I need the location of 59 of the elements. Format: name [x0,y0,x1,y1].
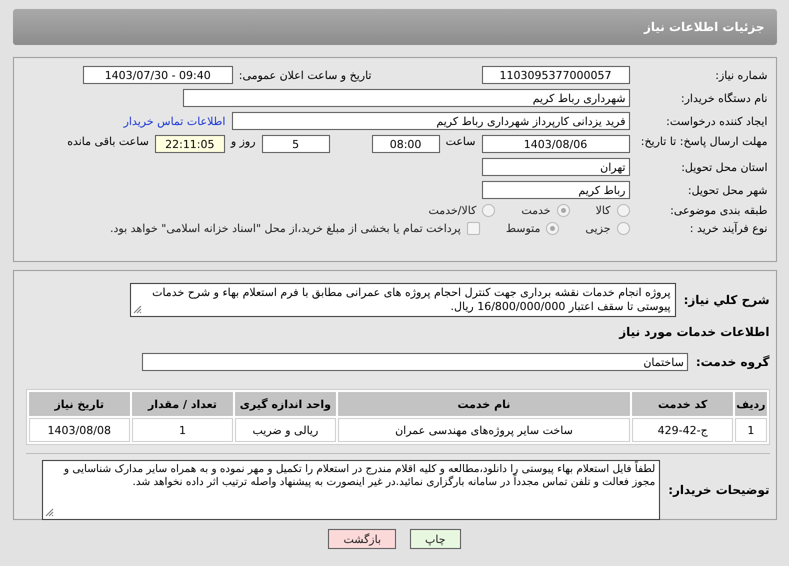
radio-label: خدمت [521,204,551,217]
column-header: تاریخ نیاز [28,392,130,416]
field-label: نام دستگاه خریدار: [680,92,768,104]
column-header: واحد اندازه گیری [234,392,336,416]
column-header: تعداد / مقدار [132,392,233,416]
field-label: گروه خدمت: [696,355,770,369]
buyer-notes-text: لطفاً فایل استعلام بهاء پیوستی را دانلود،مطالعه و کلیه اقلام مندرج در استعلام را تکمیل و مهر نموده و به همراه سایر مدارک شناسایی و مجوز فعالت و تلفن تماس مجدداً در سامانه بارگزاری نمائید.در غیر اینصورت به پیشنهاد واصله ترتیب اثر داده نخواهد شد. [42,460,660,520]
field-value: شهرداری رباط کریم [182,89,630,107]
field-value: 1403/07/30 - 09:40 [82,66,233,84]
field-label: تاریخ و ساعت اعلان عمومی: [238,68,372,82]
field-label: شرح کلي نياز: [684,293,770,307]
field-value: 08:00 [372,135,440,153]
field-label: روز و [230,135,256,148]
field-label: مهلت ارسال پاسخ: تا تاریخ: [640,135,768,148]
resize-grip-icon[interactable] [45,508,54,517]
field-label: استان محل تحویل: [680,160,768,174]
field-value: فرید یزدانی کارپرداز شهرداری رباط کریم [232,112,630,130]
field-label: طبقه بندی موضوعی: [669,204,768,217]
radio-label: کالا/خدمت [428,204,476,217]
radio-label: متوسط [506,222,540,235]
table-cell: ریالی و ضریب [234,418,336,442]
radio-button[interactable] [616,222,630,235]
table-cell: 1 [132,418,233,442]
table-cell: ساخت سایر پروژه‌های مهندسی عمران [338,418,630,442]
table-cell: ج-42-429 [632,418,734,442]
column-header: ردیف [735,392,766,416]
table-cell: 1 [735,418,766,442]
field-label: شهر محل تحویل: [686,184,768,196]
section-heading: اطلاعات خدمات مورد نیاز [618,325,770,339]
radio-button[interactable] [482,204,496,217]
resize-grip-icon[interactable] [132,305,142,314]
page-title: جزئیات اطلاعات نیاز [644,20,764,34]
radio-button[interactable] [616,204,630,217]
field-value: ساختمان [142,353,688,371]
field-value: 5 [262,135,330,153]
column-header: کد خدمت [632,392,734,416]
back-button[interactable]: بازگشت [328,529,396,549]
field-label: شماره نیاز: [714,68,768,82]
column-header: نام خدمت [338,392,630,416]
field-label: ساعت [446,135,476,148]
table-cell: 1403/08/08 [28,418,130,442]
radio-label: کالا [596,204,610,217]
field-label: ایجاد کننده درخواست: [665,114,768,128]
field-value: تهران [482,158,630,176]
checkbox[interactable] [466,222,480,235]
print-button[interactable]: چاپ [410,529,461,549]
field-value: رباط کریم [482,181,630,199]
radio-button[interactable] [546,222,560,235]
field-value: 1103095377000057 [482,66,630,84]
radio-label: جزیی [585,222,610,235]
radio-button[interactable] [556,204,570,217]
field-label: ساعت باقی مانده [67,135,149,148]
description-text: پروژه انجام خدمات نقشه برداری جهت کنترل احجام پروژه های عمرانی مطابق با فرم استعلام بهاء و شرح خدمات پیوستی تا سقف اعتبار 16/800/000/000 ریال. [130,283,676,317]
countdown-value: 22:11:05 [154,135,225,153]
field-label: توضیحات خریدار: [668,483,770,497]
buyer-contact-link[interactable]: اطلاعات تماس خریدار [124,114,226,128]
field-value: 1403/08/06 [482,135,630,153]
field-label: نوع فرآیند خرید : [688,222,768,235]
checkbox-label: پرداخت تمام یا بخشی از مبلغ خرید،از محل "اسناد خزانه اسلامی" خواهد بود. [110,222,461,235]
